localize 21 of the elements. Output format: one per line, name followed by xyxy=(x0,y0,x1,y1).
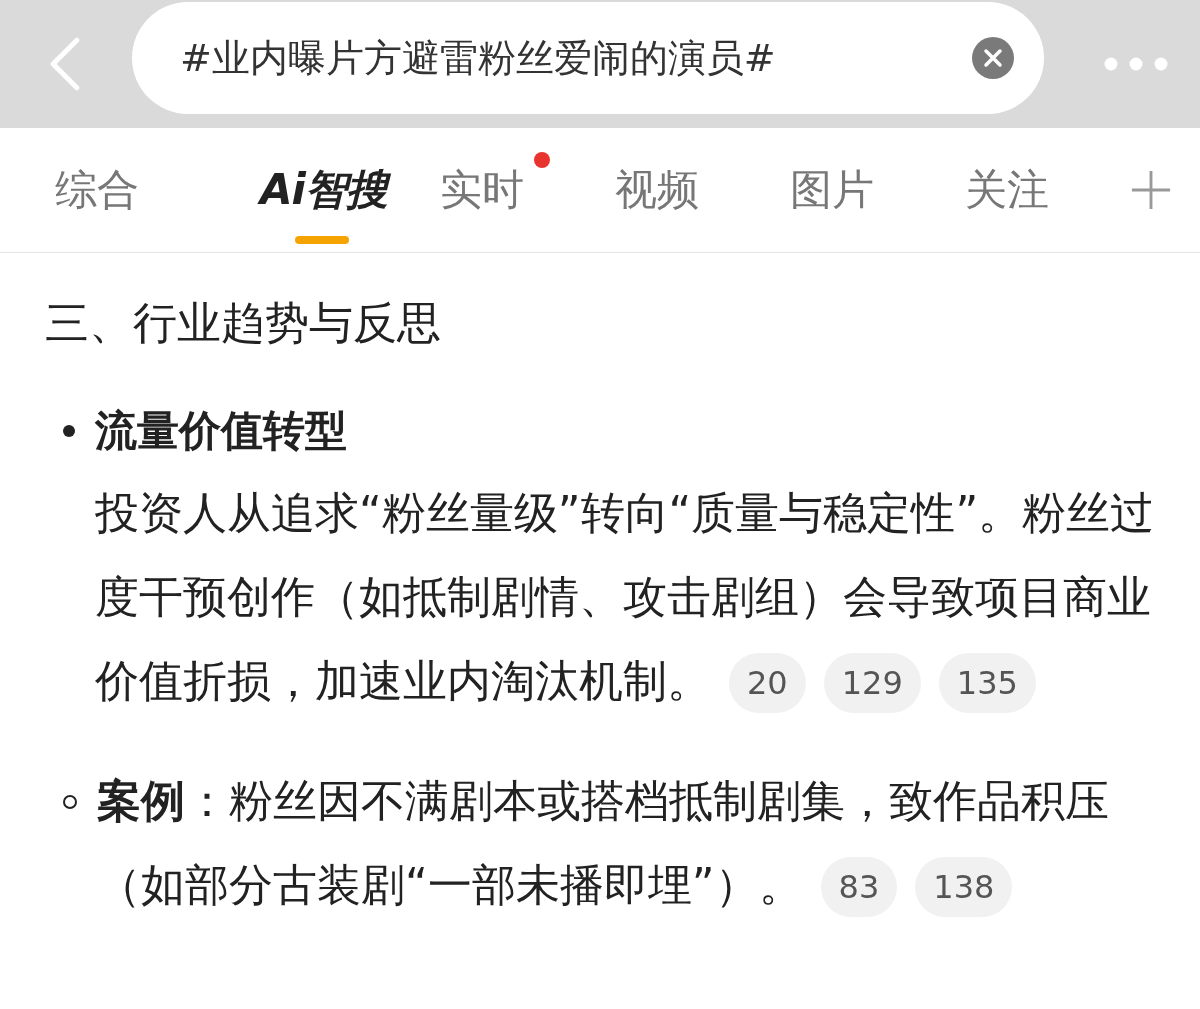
citation-link[interactable]: 129 xyxy=(823,653,921,713)
paragraph: 投资人从追求“粉丝量级”转向“质量与稳定性”。粉丝过度干预创作（如抵制剧情、攻击剧组）会导致项目商业价值折损，加速业内淘汰机制。 20 129 135 xyxy=(95,471,1160,723)
paragraph: 案例：粉丝因不满剧本或搭档抵制剧集，致作品积压（如部分古装剧“一部未播即埋”）。 83 138 xyxy=(97,759,1160,927)
tab[interactable]: 关注 xyxy=(965,160,1049,220)
tab-indicator xyxy=(295,236,349,244)
clear-icon[interactable] xyxy=(972,37,1014,79)
tab[interactable]: 实时 xyxy=(440,160,524,220)
item-title: 流量价值转型 xyxy=(95,405,348,457)
section-heading: 三、行业趋势与反思 xyxy=(45,296,442,350)
bullet-icon xyxy=(63,795,77,809)
citation-link[interactable]: 138 xyxy=(915,857,1013,917)
citation-link[interactable]: 135 xyxy=(938,653,1036,713)
add-icon[interactable] xyxy=(1130,169,1172,211)
search-field[interactable]: #业内曝片方避雷粉丝爱闹的演员# xyxy=(132,2,1044,114)
tab[interactable]: 图片 xyxy=(790,160,874,220)
bullet-icon xyxy=(63,425,75,437)
tab[interactable]: 视频 xyxy=(615,160,699,220)
citation-link[interactable]: 83 xyxy=(820,857,898,917)
citation-link[interactable]: 20 xyxy=(729,653,806,713)
tab[interactable]: 综合 xyxy=(55,160,139,220)
search-text: #业内曝片方避雷粉丝爱闹的演员# xyxy=(180,34,777,82)
